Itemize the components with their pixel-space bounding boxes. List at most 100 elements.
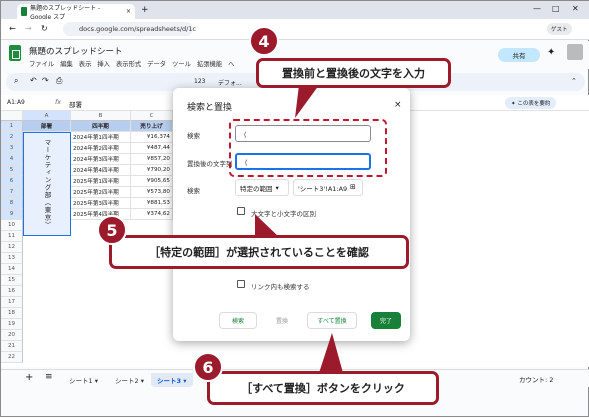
profile-button[interactable]: ゲスト [547,23,572,35]
undo-icon[interactable]: ↶ [30,76,37,85]
format-number-toggle[interactable]: 123 [194,78,205,85]
font-select[interactable]: デフォ... [218,78,242,87]
share-button[interactable]: 共有 [498,48,540,62]
quarter-cell[interactable]: 2025年第1四半期 [71,176,131,187]
sales-cell[interactable]: ¥857,20 [131,154,173,165]
row-header[interactable]: 6 [1,176,23,187]
case-sensitive-checkbox[interactable] [237,207,245,215]
row-header[interactable]: 5 [1,165,23,176]
quarter-cell[interactable]: 2024年第2四半期 [71,143,131,154]
gemini-icon[interactable]: ✦ [547,47,555,58]
quarter-cell[interactable]: 2024年第3四半期 [71,154,131,165]
back-icon[interactable]: ← [9,24,16,33]
menu-data[interactable]: データ [147,59,166,68]
row-header[interactable]: 22 [1,352,23,363]
row-header[interactable]: 20 [1,330,23,341]
column-header-b[interactable]: B [71,111,131,121]
sheet-tab-1[interactable]: シート1 ▾ [63,373,104,387]
menu-file[interactable]: ファイル [29,59,54,68]
row-header[interactable]: 2 [1,132,23,143]
sales-cell[interactable]: ¥905,65 [131,176,173,187]
quarter-cell[interactable]: 2024年第4四半期 [71,165,131,176]
row-header[interactable]: 8 [1,198,23,209]
sales-cell[interactable]: ¥374,62 [131,209,173,220]
url-text: docs.google.com/spreadsheets/d/1c [79,25,197,33]
row-header[interactable]: 12 [1,242,23,253]
sales-cell[interactable]: ¥487,44 [131,143,173,154]
replace-button[interactable]: 置換 [263,312,301,329]
column-header-a[interactable]: A [23,111,71,121]
row-header[interactable]: 19 [1,319,23,330]
menu-format[interactable]: 表示形式 [116,59,141,68]
print-icon[interactable]: ⎙ [56,76,62,86]
row-header[interactable]: 14 [1,264,23,275]
column-header-c[interactable]: C [131,111,173,121]
menu-view[interactable]: 表示 [79,59,92,68]
row-header[interactable]: 7 [1,187,23,198]
avatar[interactable] [567,44,583,60]
replace-all-button[interactable]: すべて置換 [307,312,357,329]
doc-title[interactable]: 無題のスプレッドシート [29,45,123,57]
quarter-cell[interactable]: 2025年第2四半期 [71,187,131,198]
merged-department-cell[interactable]: マーケティング部（東京） [23,132,71,236]
row-header[interactable]: 10 [1,220,23,231]
summarize-table-button[interactable]: ✦ この表を要約 [505,97,557,109]
dialog-close-icon[interactable]: × [394,100,402,110]
browser-tab-bar: 無題のスプレッドシート - Google スプ × + — □ ✕ [1,1,589,21]
browser-tab[interactable]: 無題のスプレッドシート - Google スプ × [17,4,135,21]
url-field[interactable]: docs.google.com/spreadsheets/d/1c [63,22,197,36]
menu-help[interactable]: ヘ [228,59,234,68]
reload-icon[interactable]: ↻ [41,24,48,33]
redo-icon[interactable]: ↷ [42,76,49,85]
sales-cell[interactable]: ¥573,80 [131,187,173,198]
header-cell-quarter[interactable]: 四半期 [71,121,131,132]
toolbar-collapse-icon[interactable]: ⌃ [571,77,577,85]
step5-callout: ［特定の範囲］が選択されていることを確認 [109,235,409,269]
formula-input[interactable]: 部署 [69,99,82,109]
row-header[interactable]: 21 [1,341,23,352]
search-menus-icon[interactable]: ⌕ [14,76,18,86]
window-close-icon[interactable]: ✕ [572,4,579,13]
row-header[interactable]: 11 [1,231,23,242]
row-header[interactable]: 15 [1,275,23,286]
new-tab-icon[interactable]: + [141,5,149,15]
row-header[interactable]: 16 [1,286,23,297]
header-cell-sales[interactable]: 売り上げ [131,121,173,132]
header-cell-department[interactable]: 部署 [23,121,71,132]
done-button[interactable]: 完了 [371,312,401,329]
search-links-checkbox[interactable] [237,280,245,288]
name-box[interactable]: A1:A9 [7,99,25,106]
menu-insert[interactable]: 挿入 [97,59,110,68]
tab-close-icon[interactable]: × [126,8,131,15]
search-scope-select[interactable]: 特定の範囲 ▾ [235,179,289,196]
row-header[interactable]: 4 [1,154,23,165]
sheet-tab-3-label: シート3 [157,377,182,385]
sales-cell[interactable]: ¥881,53 [131,198,173,209]
row-header[interactable]: 3 [1,143,23,154]
forward-icon[interactable]: → [25,24,32,33]
window-maximize-icon[interactable]: □ [552,4,560,13]
select-range-icon[interactable]: ⊞ [350,183,356,191]
sales-cell[interactable]: ¥16,374 [131,132,173,143]
quarter-cell[interactable]: 2024年第1四半期 [71,132,131,143]
sheet-tab-3[interactable]: シート3 ▾ [151,373,193,387]
row-header[interactable]: 1 [1,121,23,132]
sheet-tab-2[interactable]: シート2 ▾ [109,373,150,387]
quarter-cell[interactable]: 2025年第3四半期 [71,198,131,209]
count-summary[interactable]: カウント: 2 [519,374,553,384]
row-header[interactable]: 17 [1,297,23,308]
row-header[interactable]: 9 [1,209,23,220]
add-sheet-button[interactable]: + [25,372,33,383]
menu-tools[interactable]: ツール [172,59,191,68]
summarize-label: この表を要約 [517,101,551,107]
row-header[interactable]: 18 [1,308,23,319]
row-header[interactable]: 13 [1,253,23,264]
window-minimize-icon[interactable]: — [533,4,541,13]
all-sheets-button[interactable]: ≡ [45,372,53,382]
browser-window: 無題のスプレッドシート - Google スプ × + — □ ✕ ← → ↻ … [0,0,589,417]
menu-extensions[interactable]: 拡張機能 [197,59,222,68]
sales-cell[interactable]: ¥790,20 [131,165,173,176]
corner-cell[interactable] [1,111,23,121]
find-button[interactable]: 検索 [219,312,257,329]
menu-edit[interactable]: 編集 [60,59,73,68]
